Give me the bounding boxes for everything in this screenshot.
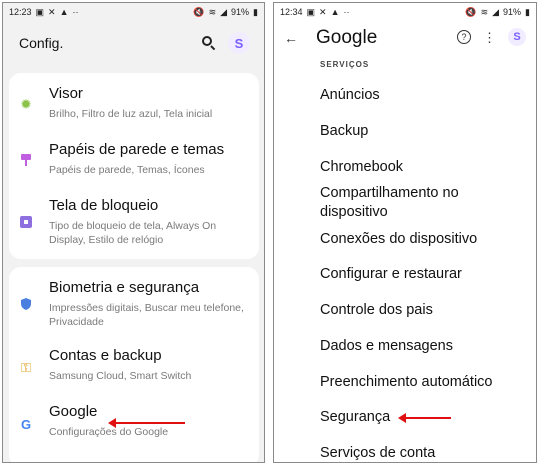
settings-item-title: Tela de bloqueio bbox=[49, 197, 159, 214]
settings-card-display: ✹ Visor Brilho, Filtro de luz azul, Tela… bbox=[9, 73, 259, 259]
menu-item[interactable]: Preenchimento automático bbox=[320, 373, 520, 392]
battery-icon: ▮ bbox=[253, 6, 258, 17]
warning-icon: ▲ bbox=[59, 6, 69, 17]
settings-item-subtitle: Configurações do Google bbox=[49, 426, 169, 438]
image-notification-icon: ▣ bbox=[35, 6, 45, 17]
app-bar: Config. S bbox=[3, 21, 264, 65]
settings-item-subtitle: Brilho, Filtro de luz azul, Tela inicial bbox=[49, 108, 213, 120]
settings-item-title: Biometria e segurança bbox=[49, 279, 200, 296]
google-settings-screen: 12:34 ▣ ✕ ▲ ·· 🔇 ≋ ◢ 91% ▮ ← Google ? ⋮ … bbox=[273, 2, 537, 463]
wifi-icon: ≋ bbox=[480, 6, 489, 17]
google-icon: G bbox=[20, 416, 32, 432]
lock-icon bbox=[19, 215, 33, 229]
settings-item-title: Contas e backup bbox=[49, 347, 162, 364]
missed-call-icon: ✕ bbox=[48, 6, 56, 17]
wifi-icon: ≋ bbox=[208, 6, 217, 17]
settings-item-title: Visor bbox=[49, 85, 83, 102]
settings-item-title: Papéis de parede e temas bbox=[49, 141, 225, 158]
back-arrow-icon[interactable]: ← bbox=[284, 30, 304, 46]
menu-item[interactable]: Chromebook bbox=[320, 158, 520, 177]
menu-item[interactable]: Controle dos pais bbox=[320, 301, 520, 320]
more-notifications-icon: ·· bbox=[343, 6, 350, 17]
status-time: 12:34 bbox=[280, 7, 303, 17]
mute-icon: 🔇 bbox=[193, 6, 205, 17]
status-bar: 12:23 ▣ ✕ ▲ ·· 🔇 ≋ ◢ 91% ▮ bbox=[3, 3, 264, 21]
warning-icon: ▲ bbox=[330, 6, 340, 17]
battery-level: 91% bbox=[231, 7, 250, 17]
settings-item-subtitle: Impressões digitais, Buscar meu telefone… bbox=[49, 302, 244, 328]
settings-item-lock-screen[interactable]: Tela de bloqueio Tipo de bloqueio de tel… bbox=[9, 193, 259, 253]
mute-icon: 🔇 bbox=[465, 6, 477, 17]
help-icon[interactable]: ? bbox=[457, 30, 471, 44]
settings-item-subtitle: Tipo de bloqueio de tela, Always On Disp… bbox=[49, 220, 217, 246]
settings-card-accounts: Biometria e segurança Impressões digitai… bbox=[9, 267, 259, 462]
account-avatar[interactable]: S bbox=[508, 28, 526, 46]
page-title: Config. bbox=[19, 35, 64, 51]
page-title: Google bbox=[316, 27, 378, 48]
sun-icon: ✹ bbox=[20, 95, 32, 112]
menu-item[interactable]: Segurança bbox=[320, 408, 410, 427]
missed-call-icon: ✕ bbox=[319, 6, 327, 17]
search-icon[interactable] bbox=[202, 36, 216, 51]
menu-item[interactable]: Conexões do dispositivo bbox=[320, 230, 520, 249]
image-notification-icon: ▣ bbox=[306, 6, 316, 17]
settings-item-title: Google bbox=[49, 403, 98, 420]
settings-item-accounts-backup[interactable]: ⚿ Contas e backup Samsung Cloud, Smart S… bbox=[9, 343, 259, 391]
status-bar: 12:34 ▣ ✕ ▲ ·· 🔇 ≋ ◢ 91% ▮ bbox=[274, 3, 536, 21]
settings-item-biometrics[interactable]: Biometria e segurança Impressões digitai… bbox=[9, 275, 259, 335]
menu-item[interactable]: Anúncios bbox=[320, 86, 520, 105]
menu-item[interactable]: Backup bbox=[320, 122, 520, 141]
paintbrush-icon bbox=[19, 153, 33, 167]
key-icon: ⚿ bbox=[21, 360, 31, 375]
annotation-arrow-security bbox=[398, 413, 451, 423]
app-bar: ← Google ? ⋮ S bbox=[274, 21, 536, 55]
settings-item-wallpapers[interactable]: Papéis de parede e temas Papéis de pared… bbox=[9, 137, 259, 185]
settings-screen: 12:23 ▣ ✕ ▲ ·· 🔇 ≋ ◢ 91% ▮ Config. S ✹ V… bbox=[2, 2, 265, 463]
status-time: 12:23 bbox=[9, 7, 32, 17]
shield-icon bbox=[19, 297, 33, 311]
more-notifications-icon: ·· bbox=[72, 6, 79, 17]
battery-icon: ▮ bbox=[525, 6, 530, 17]
settings-item-visor[interactable]: ✹ Visor Brilho, Filtro de luz azul, Tela… bbox=[9, 81, 259, 129]
more-options-icon[interactable]: ⋮ bbox=[483, 31, 496, 44]
menu-item[interactable]: Serviços de conta bbox=[320, 444, 520, 462]
signal-icon: ◢ bbox=[220, 6, 228, 17]
settings-item-subtitle: Papéis de parede, Temas, Ícones bbox=[49, 164, 205, 176]
settings-item-subtitle: Samsung Cloud, Smart Switch bbox=[49, 370, 192, 382]
section-header: SERVIÇOS bbox=[320, 60, 370, 69]
menu-item[interactable]: Compartilhamento no dispositivo bbox=[320, 184, 490, 222]
annotation-arrow-google bbox=[108, 418, 185, 428]
signal-icon: ◢ bbox=[492, 6, 500, 17]
menu-item[interactable]: Dados e mensagens bbox=[320, 337, 520, 356]
menu-item[interactable]: Configurar e restaurar bbox=[320, 265, 520, 284]
account-avatar[interactable]: S bbox=[228, 32, 250, 54]
battery-level: 91% bbox=[503, 7, 522, 17]
